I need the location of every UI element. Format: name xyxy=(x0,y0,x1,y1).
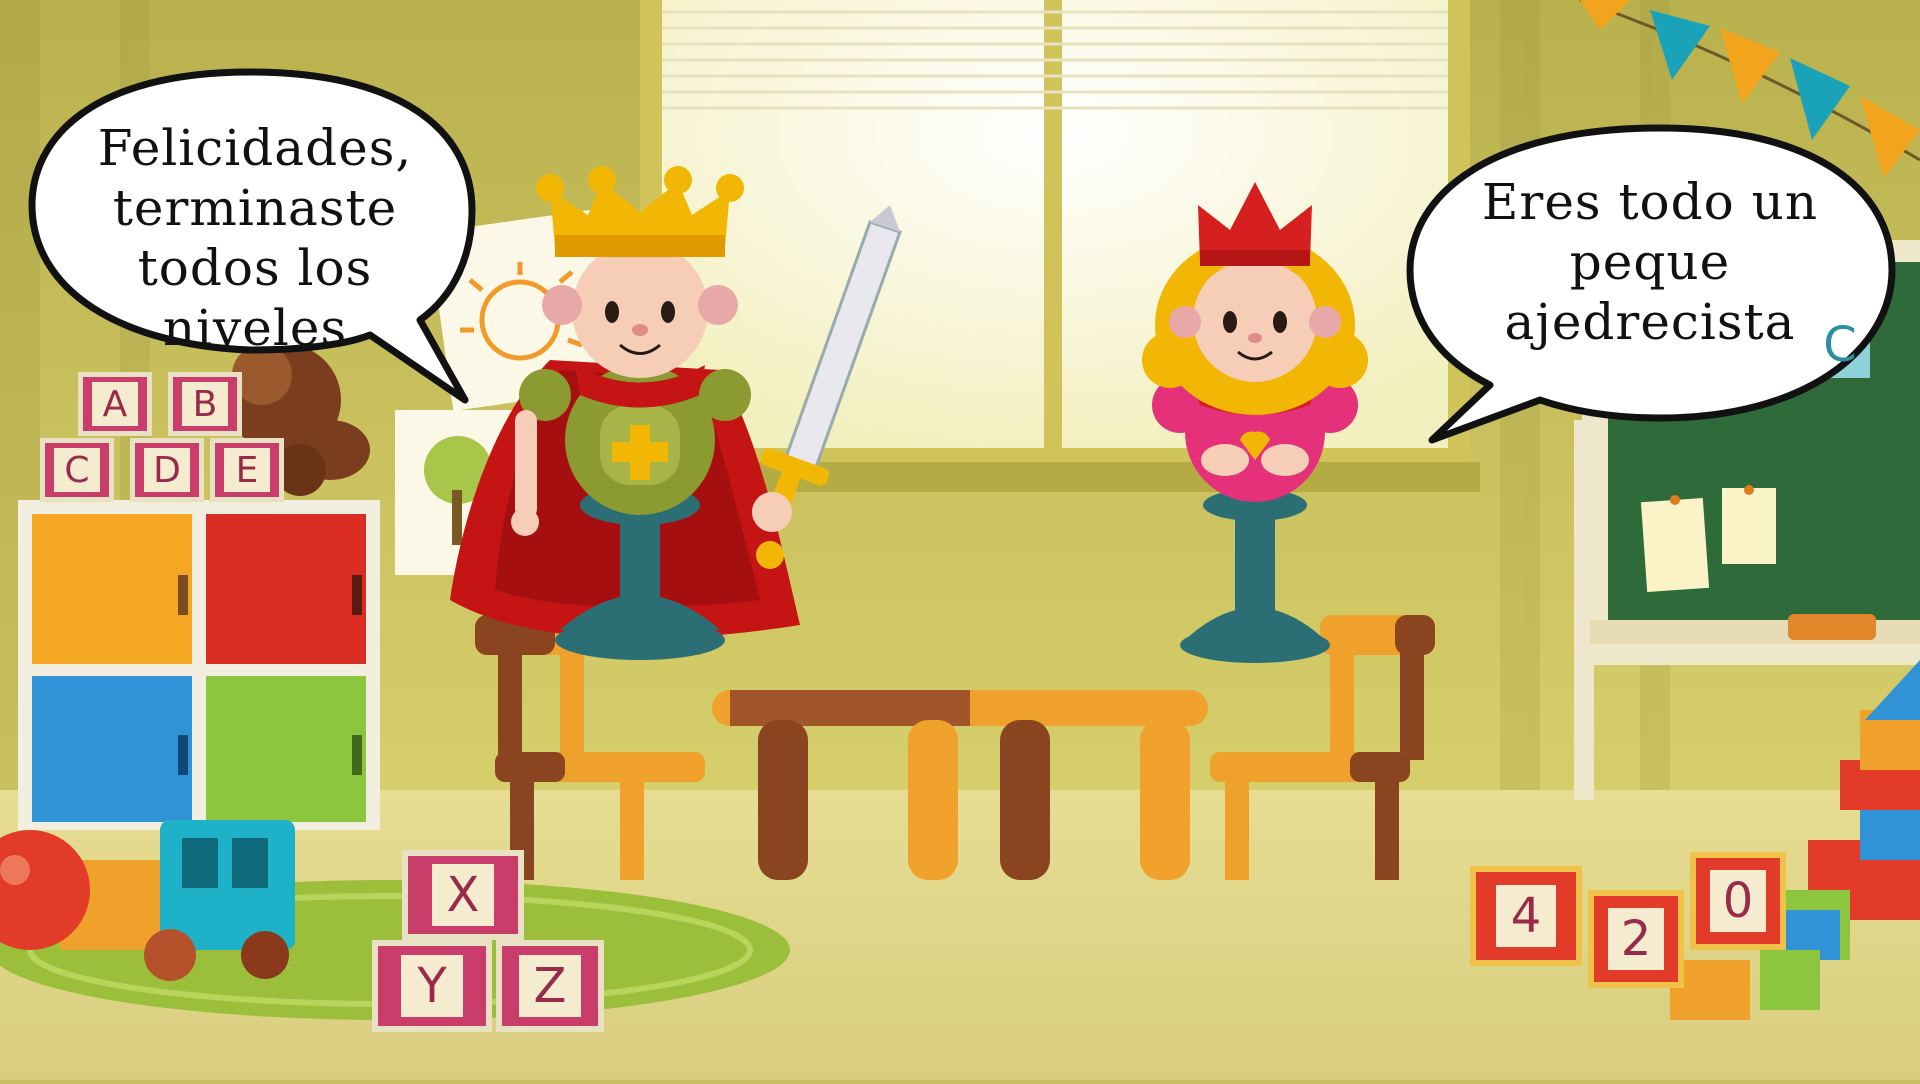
bubble-line: niveles xyxy=(162,299,348,357)
speech-bubble-right-text: Eres todo un peque ajedrecista xyxy=(1440,172,1860,352)
bubble-line: terminaste xyxy=(112,179,398,237)
game-scene: A B C D E X Y Z 4 2 0 C Felicidades, ter… xyxy=(0,0,1920,1080)
letter-block: Y xyxy=(372,940,492,1032)
letter-block: C xyxy=(40,438,114,502)
letter-block: Z xyxy=(496,940,604,1032)
bubble-line: peque xyxy=(1569,233,1731,291)
letter-block: B xyxy=(168,372,242,436)
number-block: 0 xyxy=(1690,852,1786,950)
number-block: 4 xyxy=(1470,866,1582,966)
bubble-line: Eres todo un xyxy=(1481,173,1819,231)
toy-shelf xyxy=(18,500,380,830)
letter-block: X xyxy=(402,850,524,940)
bubble-line: ajedrecista xyxy=(1504,293,1796,351)
letter-block: E xyxy=(210,438,284,502)
bubble-line: Felicidades, xyxy=(97,119,413,177)
letter-block: A xyxy=(78,372,152,436)
bubble-line: todos los xyxy=(137,239,373,297)
letter-block: D xyxy=(130,438,204,502)
speech-bubble-left-text: Felicidades, terminaste todos los nivele… xyxy=(70,118,440,358)
number-block: 2 xyxy=(1588,890,1684,988)
